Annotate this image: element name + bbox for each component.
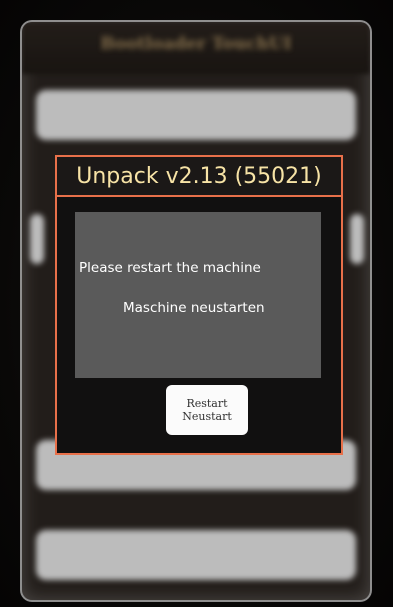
restart-message-english: Please restart the machine [79, 260, 261, 276]
restart-button[interactable]: Restart Neustart [166, 385, 248, 435]
restart-button-label-de: Neustart [182, 410, 232, 423]
restart-button-label-en: Restart [186, 397, 228, 410]
dialog-title: Unpack v2.13 (55021) [57, 157, 341, 197]
device-screen: Bootloader TouchUI Unpack v2.13 (55021) … [22, 22, 370, 600]
unpack-dialog: Unpack v2.13 (55021) Please restart the … [55, 155, 343, 455]
restart-message-german: Maschine neustarten [123, 300, 265, 316]
message-panel: Please restart the machine Maschine neus… [75, 212, 321, 378]
